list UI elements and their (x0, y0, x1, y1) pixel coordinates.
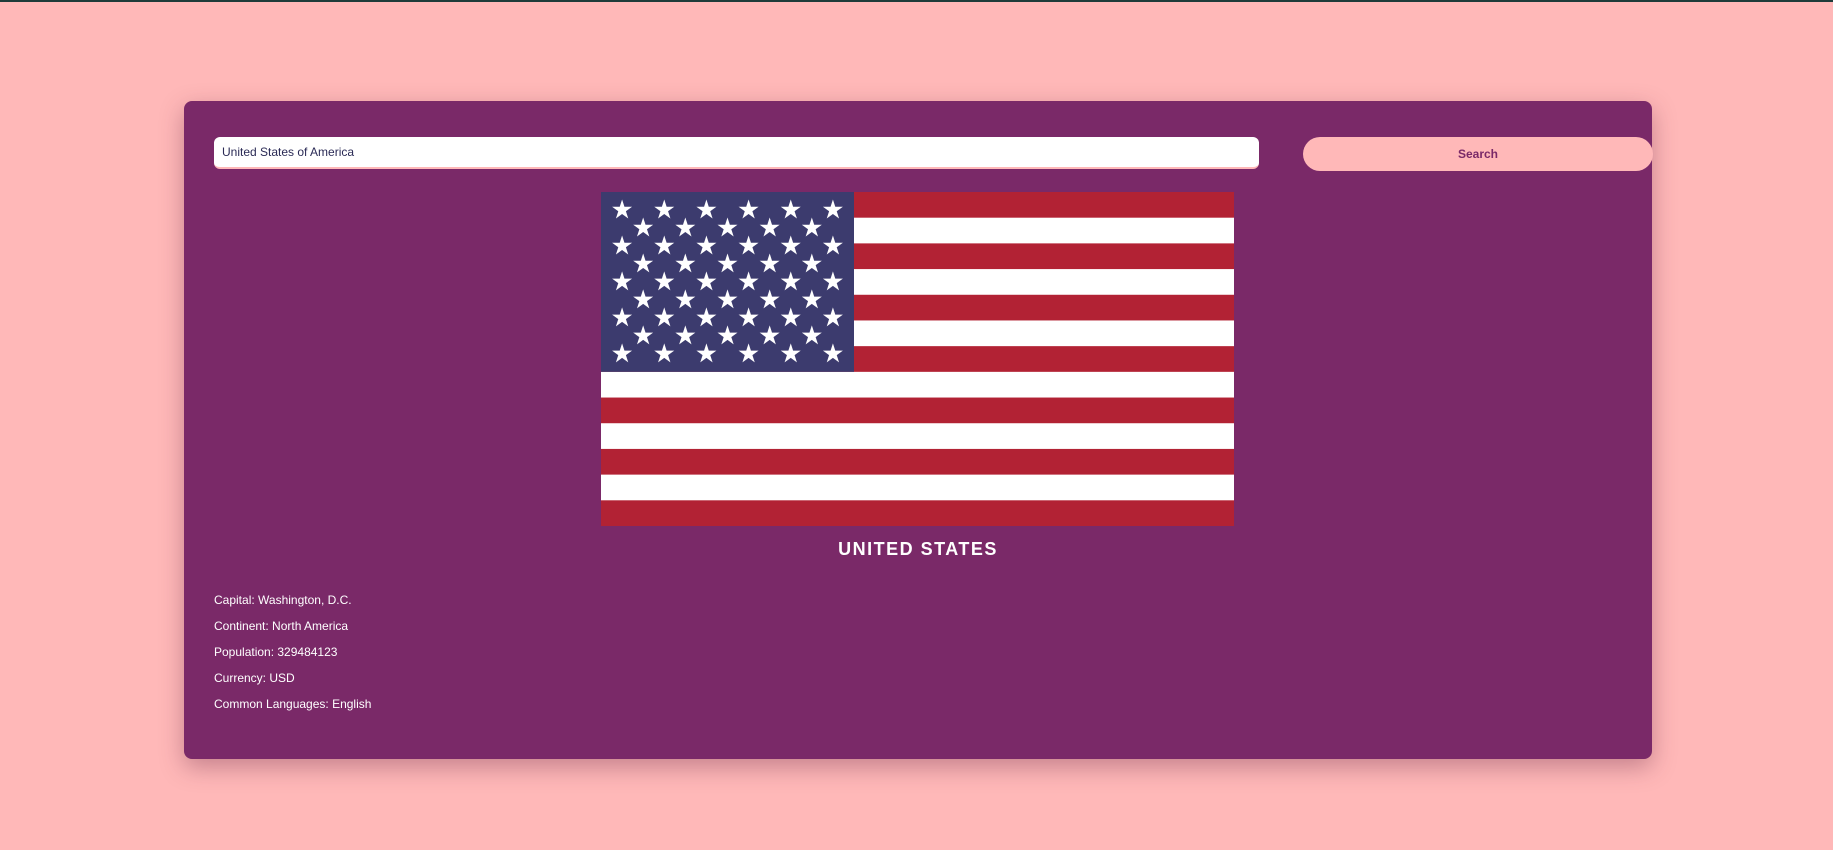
country-name: UNITED STATES (838, 539, 998, 559)
top-border (0, 0, 1833, 2)
continent-text: Continent: North America (214, 619, 349, 633)
currency-text: Currency: USD (214, 671, 295, 685)
country-card: Search UNITED STATES Capital: Washington… (184, 101, 1653, 759)
country-info: Capital: Washington, D.C. Continent: Nor… (214, 592, 371, 722)
search-button[interactable]: Search (1303, 137, 1653, 171)
search-input[interactable] (214, 137, 1259, 169)
us-flag-icon (601, 192, 1234, 526)
population-text: Population: 329484123 (214, 645, 338, 659)
capital-text: Capital: Washington, D.C. (214, 593, 352, 607)
languages-text: Common Languages: English (214, 697, 372, 711)
search-bar: Search (214, 137, 1653, 171)
